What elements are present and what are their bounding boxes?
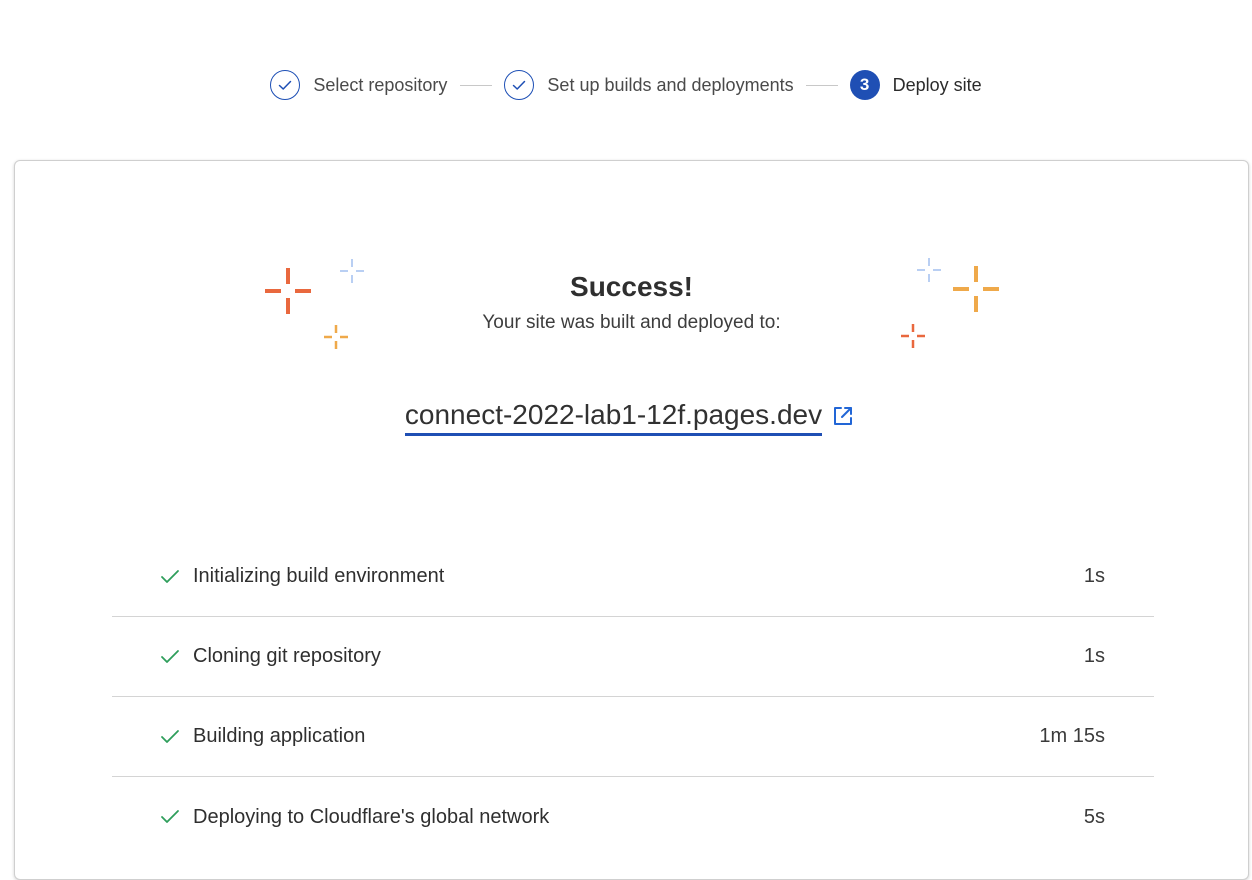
build-step-label: Deploying to Cloudflare's global network <box>193 805 550 828</box>
build-log-row: Initializing build environment 1s <box>112 537 1154 617</box>
build-step-label: Building application <box>193 725 366 747</box>
progress-stepper: Select repository Set up builds and depl… <box>0 68 1252 102</box>
build-log-row: Building application 1m 15s <box>112 697 1154 777</box>
check-icon <box>161 730 179 743</box>
check-icon <box>161 570 179 583</box>
step-label: Select repository <box>313 74 448 95</box>
external-link-icon[interactable] <box>832 405 854 427</box>
build-log-list: Initializing build environment 1s Clonin… <box>112 537 1154 857</box>
step-connector <box>805 84 838 86</box>
build-step-label: Initializing build environment <box>193 565 445 587</box>
build-step-duration: 1m 15s <box>1039 725 1105 747</box>
step-deploy-site: 3 Deploy site <box>849 70 982 100</box>
step-label: Set up builds and deployments <box>547 74 794 95</box>
success-subtitle: Your site was built and deployed to: <box>482 312 781 333</box>
deployed-site-link[interactable]: connect-2022-lab1-12f.pages.dev <box>404 399 823 436</box>
step-connector <box>460 84 493 86</box>
step-label: Deploy site <box>892 74 982 95</box>
check-icon <box>161 650 179 663</box>
build-step-duration: 1s <box>1083 565 1105 587</box>
step-select-repository[interactable]: Select repository <box>270 70 447 100</box>
build-log-row: Cloning git repository 1s <box>112 617 1154 697</box>
build-step-duration: 5s <box>1083 805 1105 828</box>
build-step-duration: 1s <box>1083 645 1105 667</box>
success-title: Success! <box>570 271 693 302</box>
step-setup-builds[interactable]: Set up builds and deployments <box>504 70 794 100</box>
build-step-label: Cloning git repository <box>193 645 381 667</box>
step-number-badge: 3 <box>849 70 880 100</box>
step-complete-check-icon <box>270 70 301 100</box>
site-link-row: connect-2022-lab1-12f.pages.dev <box>15 399 1248 436</box>
build-log-row: Deploying to Cloudflare's global network… <box>112 777 1154 857</box>
deployment-result-card: Success! Your site was built and deploye… <box>14 160 1249 880</box>
check-icon <box>161 810 179 823</box>
step-complete-check-icon <box>504 70 535 100</box>
